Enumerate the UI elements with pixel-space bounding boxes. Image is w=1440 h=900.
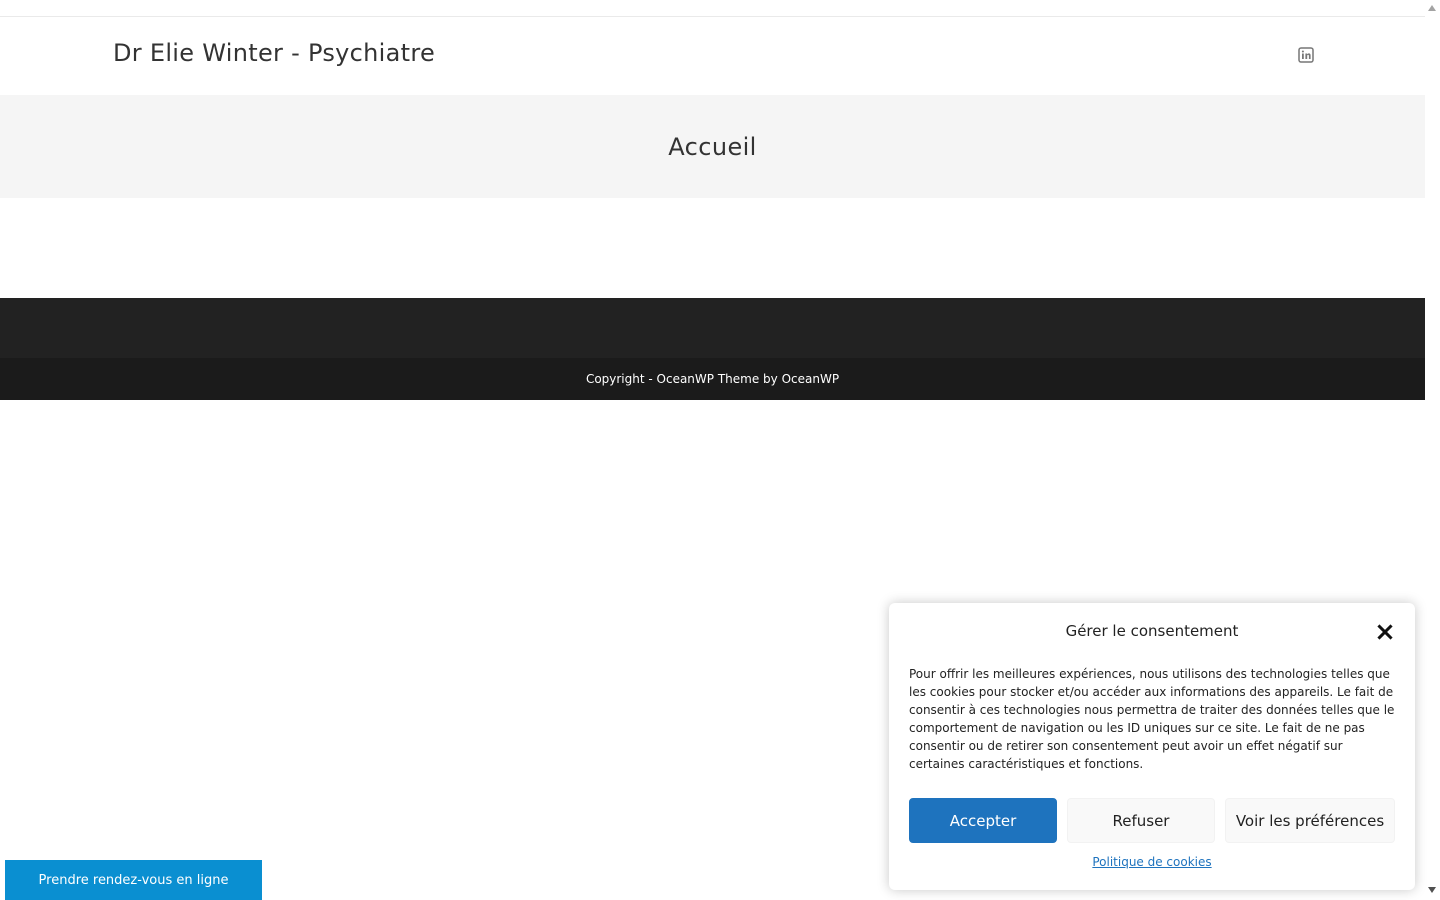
accept-button[interactable]: Accepter bbox=[909, 798, 1057, 843]
cookie-policy: Politique de cookies bbox=[889, 855, 1415, 869]
view-preferences-button[interactable]: Voir les préférences bbox=[1225, 798, 1395, 843]
linkedin-icon[interactable] bbox=[1298, 47, 1314, 63]
book-appointment-button[interactable]: Prendre rendez-vous en ligne bbox=[5, 860, 262, 900]
cookie-consent-banner: Gérer le consentement Pour offrir les me… bbox=[889, 603, 1415, 890]
footer-widgets bbox=[0, 298, 1425, 358]
site-title-link[interactable]: Dr Elie Winter - Psychiatre bbox=[113, 39, 435, 67]
site-header: Dr Elie Winter - Psychiatre bbox=[0, 17, 1425, 95]
copyright-text: Copyright - OceanWP Theme by OceanWP bbox=[585, 372, 840, 386]
scrollbar[interactable] bbox=[1425, 0, 1440, 900]
page: Dr Elie Winter - Psychiatre Accueil Copy… bbox=[0, 0, 1440, 900]
footer-bottom: Copyright - OceanWP Theme by OceanWP bbox=[0, 358, 1425, 400]
scroll-up-arrow-icon[interactable] bbox=[1428, 5, 1436, 11]
cookie-policy-link[interactable]: Politique de cookies bbox=[1092, 855, 1211, 869]
deny-button[interactable]: Refuser bbox=[1067, 798, 1215, 843]
page-title: Accueil bbox=[668, 132, 757, 161]
top-bar bbox=[0, 0, 1425, 17]
cookie-banner-title: Gérer le consentement bbox=[1065, 622, 1239, 640]
scroll-down-arrow-icon[interactable] bbox=[1428, 887, 1436, 893]
cookie-message: Pour offrir les meilleures expériences, … bbox=[909, 667, 1395, 771]
close-icon[interactable] bbox=[1377, 624, 1393, 640]
page-header: Accueil bbox=[0, 95, 1425, 198]
